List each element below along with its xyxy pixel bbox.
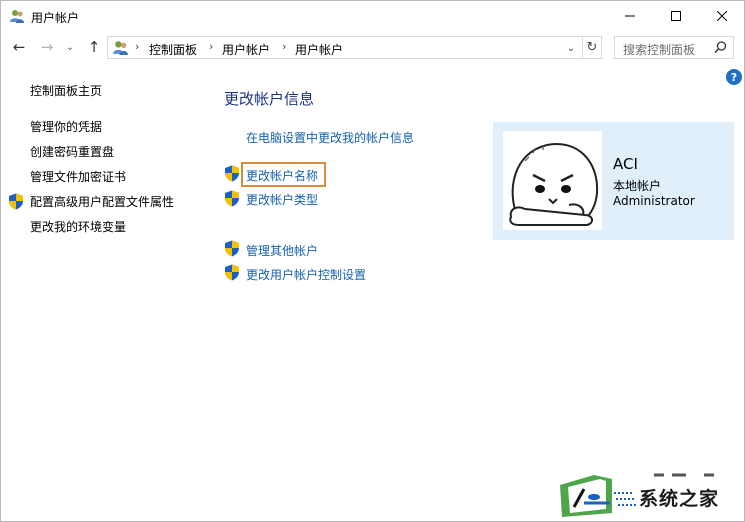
refresh-button[interactable]: ↻: [582, 37, 601, 58]
link-manage-other-accounts[interactable]: 管理其他帐户: [246, 242, 318, 259]
forward-arrow-icon: →: [40, 38, 54, 56]
shield-icon: [225, 240, 239, 257]
watermark-text: 系统之家: [639, 488, 720, 510]
link-change-account-name[interactable]: 更改帐户名称: [246, 167, 318, 184]
help-icon: ?: [730, 70, 738, 84]
breadcrumb-separator: ›: [282, 40, 287, 53]
chevron-down-icon: ⌄: [65, 41, 75, 53]
avatar-cartoon-face-icon: [509, 143, 599, 226]
breadcrumb-control-panel[interactable]: 控制面板: [149, 41, 197, 58]
back-button[interactable]: ←: [9, 37, 29, 57]
watermark: 系统之家: [554, 471, 742, 519]
address-bar[interactable]: › 控制面板 › 用户帐户 › 用户帐户 ⌄ ↻: [107, 36, 602, 59]
address-dropdown-button[interactable]: ⌄: [563, 40, 579, 56]
recent-locations-button[interactable]: ⌄: [63, 37, 77, 57]
sidebar-item-control-panel-home[interactable]: 控制面板主页: [30, 82, 102, 99]
user-accounts-window: 用户帐户 ← → ⌄ ↑ › 控制面板 › 用户帐户 › 用户帐户 ⌄ ↻ 搜索…: [0, 0, 745, 522]
avatar: [503, 131, 602, 230]
title-bar: 用户帐户: [1, 1, 744, 31]
search-placeholder: 搜索控制面板: [623, 43, 696, 57]
sidebar-item-password-reset-disk[interactable]: 创建密码重置盘: [30, 143, 114, 160]
sidebar-item-environment-variables[interactable]: 更改我的环境变量: [30, 218, 126, 235]
close-button[interactable]: [699, 1, 745, 31]
user-accounts-icon: [113, 41, 128, 55]
breadcrumb-separator: ›: [209, 40, 214, 53]
sidebar-item-encryption-certificates[interactable]: 管理文件加密证书: [30, 168, 126, 185]
shield-icon: [225, 165, 239, 182]
link-change-uac-settings[interactable]: 更改用户帐户控制设置: [246, 266, 366, 283]
minimize-button[interactable]: [607, 1, 653, 31]
up-arrow-icon: ↑: [87, 38, 101, 56]
navigation-bar: ← → ⌄ ↑ › 控制面板 › 用户帐户 › 用户帐户 ⌄ ↻ 搜索控制面板: [1, 34, 744, 62]
back-arrow-icon: ←: [12, 38, 26, 56]
minimize-icon: [625, 15, 635, 17]
sidebar-item-advanced-profile-properties[interactable]: 配置高级用户配置文件属性: [30, 193, 174, 210]
chevron-down-icon: ⌄: [566, 42, 576, 54]
maximize-button[interactable]: [653, 1, 699, 31]
breadcrumb-user-accounts[interactable]: 用户帐户: [222, 41, 270, 58]
account-type: 本地帐户: [613, 179, 662, 193]
breadcrumb-separator: ›: [135, 40, 140, 53]
maximize-icon: [671, 11, 681, 21]
breadcrumb-user-accounts-current[interactable]: 用户帐户: [295, 41, 343, 58]
account-card: ACI 本地帐户 Administrator: [493, 122, 734, 240]
close-icon: [717, 11, 727, 21]
shield-icon: [225, 264, 239, 281]
window-title: 用户帐户: [31, 11, 80, 25]
refresh-icon: ↻: [586, 40, 598, 55]
search-icon: [714, 41, 727, 54]
forward-button[interactable]: →: [37, 37, 57, 57]
up-button[interactable]: ↑: [84, 37, 104, 57]
link-change-account-type[interactable]: 更改帐户类型: [246, 191, 318, 208]
help-button[interactable]: ?: [726, 69, 742, 85]
account-name: ACI: [613, 155, 638, 173]
link-change-account-in-pc-settings[interactable]: 在电脑设置中更改我的帐户信息: [246, 129, 414, 146]
sidebar-item-manage-credentials[interactable]: 管理你的凭据: [30, 118, 102, 135]
search-input[interactable]: 搜索控制面板: [614, 36, 734, 59]
shield-icon: [225, 190, 239, 207]
account-role: Administrator: [613, 194, 695, 208]
shield-icon: [9, 193, 23, 210]
page-title: 更改帐户信息: [224, 90, 315, 108]
user-accounts-icon: [10, 10, 24, 23]
